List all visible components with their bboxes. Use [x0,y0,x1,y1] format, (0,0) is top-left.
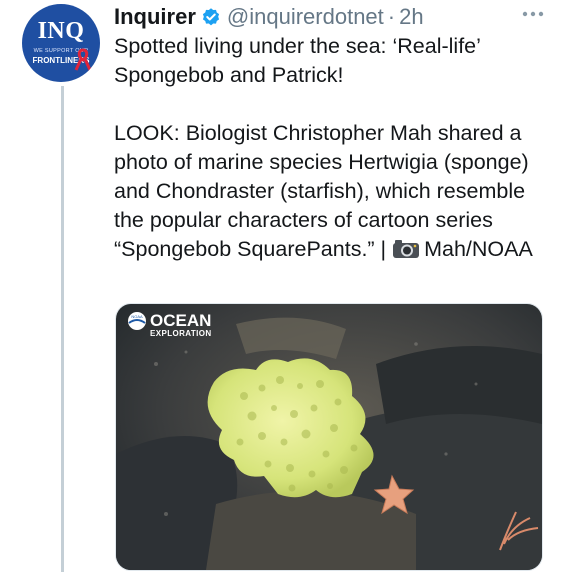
separator-dot: · [387,4,396,29]
tweet-body: Spotted living under the sea: ‘Real-life… [114,32,546,264]
seafloor-photo: NOAA OCEAN EXPLORATION [116,304,542,570]
photo-credit: Mah/NOAA [424,237,533,261]
thread-line [61,86,64,572]
watermark-badge-text: NOAA [131,314,143,319]
camera-emoji-icon [393,240,420,258]
ribbon-icon [74,48,92,71]
avatar[interactable]: INQ WE SUPPORT OUR FRONTLINERS [22,4,100,82]
watermark-title: OCEAN [150,311,211,330]
watermark-subtitle: EXPLORATION [150,329,212,338]
tweet-headline: Spotted living under the sea: ‘Real-life… [114,34,481,87]
verified-badge-icon [202,8,219,26]
display-name[interactable]: Inquirer [114,4,196,30]
user-handle[interactable]: @inquirerdotnet [227,4,384,30]
more-options-icon[interactable] [520,8,546,20]
avatar-logo-text: INQ [37,18,85,44]
tweet-paragraph: LOOK: Biologist Christopher Mah shared a… [114,119,546,264]
tweet-photo[interactable]: NOAA OCEAN EXPLORATION [115,303,543,571]
timestamp[interactable]: 2h [399,4,423,30]
tweet-header: Inquirer @inquirerdotnet · 2h [114,4,544,30]
